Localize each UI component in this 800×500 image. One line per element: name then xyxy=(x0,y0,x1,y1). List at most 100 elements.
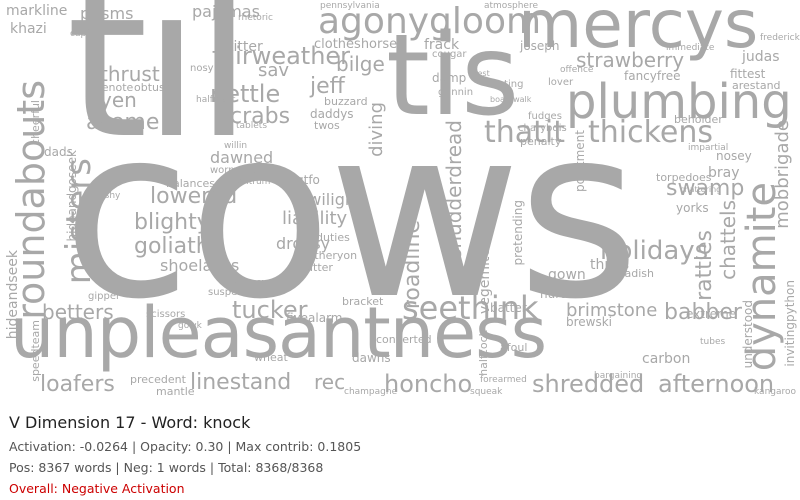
word-penalty: penalty xyxy=(520,135,562,148)
word-hurts: hurts xyxy=(540,287,572,301)
word-arestand: arestand xyxy=(732,79,781,92)
word-bray: bray xyxy=(708,165,740,181)
word-dawns: dawns xyxy=(352,351,391,365)
word-pretending: pretending xyxy=(511,200,525,266)
word-asome: asome xyxy=(86,110,160,135)
word-immediate: immediate xyxy=(666,43,715,53)
word-halfcock: halfcock xyxy=(477,330,490,376)
word-stutter: stutter xyxy=(296,261,333,274)
word-extreme: extreme xyxy=(686,307,737,321)
word-hideandseek: hideandseek xyxy=(5,250,21,340)
word-voting: voting xyxy=(492,79,524,90)
word-chattering: chattering xyxy=(680,185,722,194)
word-cougar: cougar xyxy=(432,49,467,60)
word-hideandgoseek: hideandgoseek xyxy=(65,150,79,242)
word-shoelaces: shoelaces xyxy=(160,256,240,275)
word-kangaroo: kangaroo xyxy=(754,387,797,397)
word-boardwalk: boardwalk xyxy=(490,95,532,104)
word-nosy: nosy xyxy=(190,63,214,74)
word-sav: sav xyxy=(258,60,290,81)
word-dads: dads xyxy=(44,145,73,159)
word-rhetoric: rhetoric xyxy=(238,13,273,23)
word-charybdis: charybdis xyxy=(518,123,567,134)
word-afoul: afoul xyxy=(500,341,528,354)
word-lover: lover xyxy=(548,77,574,88)
word-suspenders: suspenders xyxy=(208,287,266,298)
word-scissors: scissors xyxy=(146,309,186,320)
word-pointment: pointment xyxy=(573,130,587,192)
word-betters: betters xyxy=(42,300,114,324)
word-tablets: tablets xyxy=(236,121,268,131)
activation-info: Activation: -0.0264 | Opacity: 0.30 | Ma… xyxy=(9,439,362,454)
word-brewski: brewski xyxy=(566,315,613,329)
word-invitingpython: invitingpython xyxy=(783,280,797,367)
word-roadline: roadline xyxy=(400,220,425,310)
word-bracket: bracket xyxy=(342,295,384,308)
word-capful: capful xyxy=(70,29,98,39)
word-loafers: loafers xyxy=(40,372,115,397)
word-speedteam: speedteam xyxy=(29,320,42,382)
word-fudges: fudges xyxy=(528,111,562,122)
word-willin: willin xyxy=(224,141,248,151)
word-tubes: tubes xyxy=(700,337,726,347)
word-blighty: blighty xyxy=(134,210,210,235)
word-obtuse: obtuse xyxy=(134,81,172,94)
word-gtfo: gtfo xyxy=(296,173,320,187)
word-joseph: joseph xyxy=(520,39,560,53)
word-torpedoes: torpedoes xyxy=(656,171,712,184)
word-yorks: yorks xyxy=(676,201,709,215)
word-tantrum: tantrum xyxy=(234,177,271,187)
word-grinnin: grinnin xyxy=(438,87,474,98)
word-twilight: twilight xyxy=(302,190,362,209)
word-precedent: precedent xyxy=(130,373,186,386)
word-crest: crest xyxy=(470,69,490,78)
word-prisms: prisms xyxy=(80,4,134,23)
word-wormwood: wormwood xyxy=(210,165,265,176)
word-gipper: gipper xyxy=(88,291,121,302)
word-bargaining: bargaining xyxy=(594,371,643,381)
word-damp: damp xyxy=(432,71,467,85)
word-twos: twos xyxy=(314,119,340,132)
word-linestand: linestand xyxy=(190,370,292,395)
word-diving: diving xyxy=(366,102,387,157)
word-beholder: beholder xyxy=(674,113,723,126)
word-clotheshorse: clotheshorse xyxy=(314,37,398,52)
info-panel: V Dimension 17 - Word: knock Activation:… xyxy=(0,405,800,500)
word-buzzard: buzzard xyxy=(324,95,368,108)
word-khazi: khazi xyxy=(10,21,47,37)
word-fivealarm: fivealarm xyxy=(286,311,343,325)
word-gowk: gowk xyxy=(178,321,202,331)
word-rattles: rattles xyxy=(692,230,717,301)
word-duties: duties xyxy=(316,231,350,244)
word-gown: gown xyxy=(548,267,586,283)
word-sidenote: sidenote xyxy=(86,81,134,94)
word-honcho: honcho xyxy=(384,370,473,398)
word-pennsylvania: pennsylvania xyxy=(320,1,380,11)
word-seethink-v: shudderdread xyxy=(442,120,466,260)
word-dawned: dawned xyxy=(210,148,274,167)
word-carbon: carbon xyxy=(642,351,691,367)
word-rec: rec xyxy=(314,370,346,394)
word-forearmed: forearmed xyxy=(480,375,527,385)
word-cheerful: cheerful xyxy=(29,100,42,145)
word-converted: converted xyxy=(376,333,432,346)
word-radish: radish xyxy=(620,267,655,280)
word-halfmast: halfmast xyxy=(196,95,236,105)
word-chattels: chattels xyxy=(716,200,740,280)
word-titter: titter xyxy=(228,39,263,55)
word-count-info: Pos: 8367 words | Neg: 1 words | Total: … xyxy=(9,460,324,475)
word-batter: batter xyxy=(490,301,527,315)
word-frederick: frederick xyxy=(760,33,800,43)
word-atmosphere: atmosphere xyxy=(484,1,538,11)
word-mantle: mantle xyxy=(156,385,195,398)
word-liability: liability xyxy=(282,208,348,229)
word-mobbrigade: mobbrigade xyxy=(772,120,793,229)
word-judas: judas xyxy=(742,49,780,65)
overall-activation-label: Overall: Negative Activation xyxy=(9,481,185,496)
word-impartial: impartial xyxy=(688,143,729,153)
panel-title: V Dimension 17 - Word: knock xyxy=(9,413,251,432)
word-markline: markline xyxy=(6,3,68,19)
word-thitheryon: thitheryon xyxy=(300,249,358,262)
word-balances: balances xyxy=(166,177,216,190)
word-cushy: cushy xyxy=(94,191,121,201)
